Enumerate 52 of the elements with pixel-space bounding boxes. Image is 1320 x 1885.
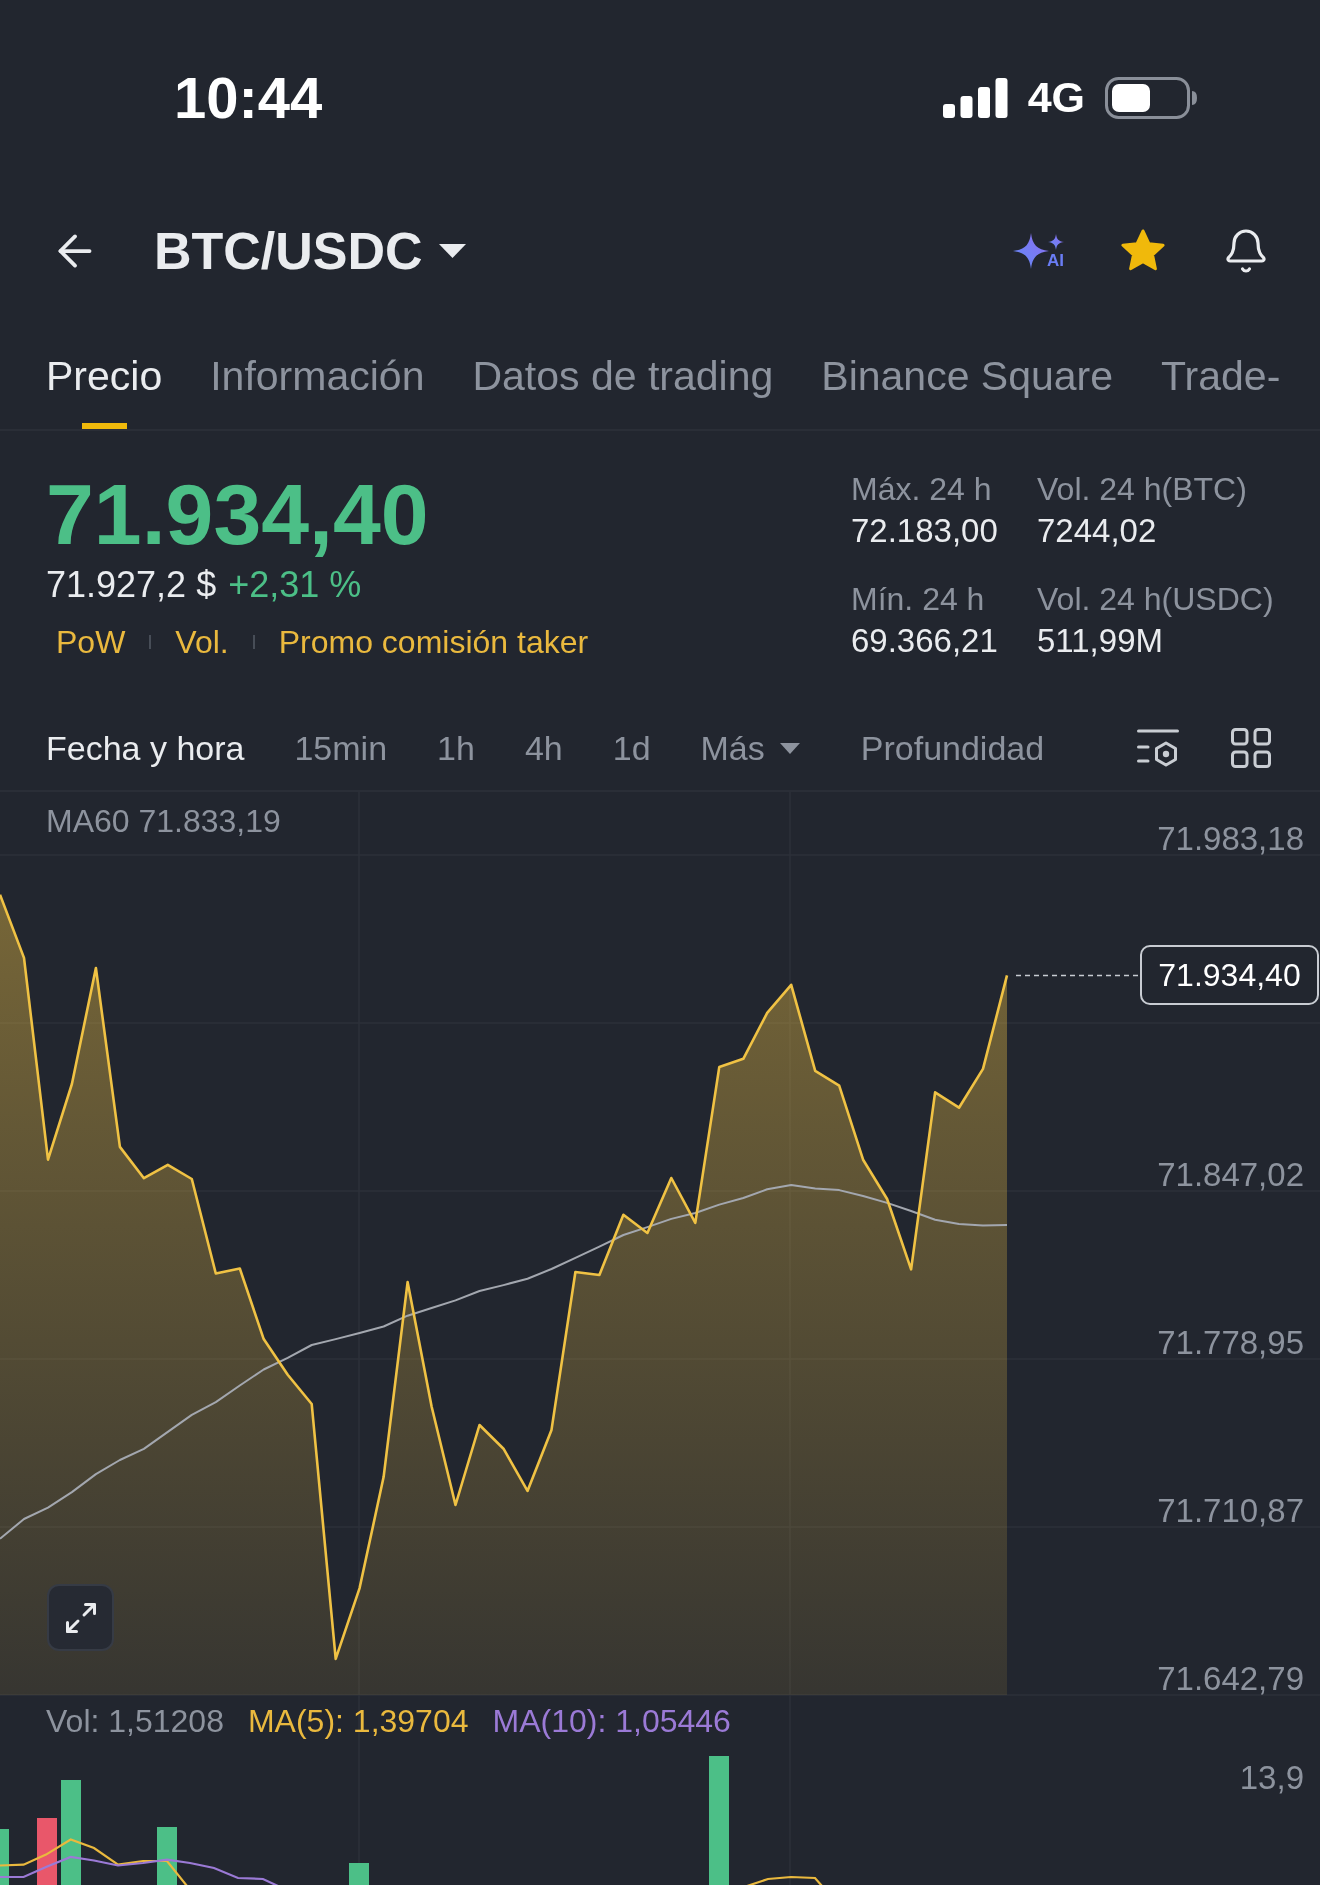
current-price-tag: 71.934,40 (1140, 945, 1319, 1006)
stat-label: Máx. 24 h (851, 470, 993, 509)
stat-value: 511,99M (1037, 621, 1164, 661)
stat-value: 72.183,00 (851, 511, 999, 551)
tab[interactable]: Trade- (1161, 307, 1281, 429)
volume-readout: MA(5): 1,39704 (247, 1703, 469, 1739)
signal-icon (942, 77, 1008, 118)
depth-tab[interactable]: Profundidad (860, 731, 1045, 765)
battery-icon (1105, 76, 1197, 119)
axis-label: 71.710,87 (1157, 1493, 1304, 1529)
interval-tab[interactable]: 1d (612, 731, 651, 765)
interval-tab[interactable]: Más (700, 731, 800, 765)
stat-label: Vol. 24 h(BTC) (1037, 470, 1248, 509)
volume-readout: MA(10): 1,05446 (492, 1703, 731, 1739)
tab[interactable]: Binance Square (821, 307, 1114, 429)
interval-tab[interactable]: 4h (524, 731, 563, 765)
volume-bar (0, 1829, 9, 1885)
tag-link[interactable]: Vol. (175, 626, 229, 658)
stat-value: 69.366,21 (851, 621, 999, 661)
grid-icon[interactable] (1231, 728, 1271, 768)
indicator-label: MA60 71.833,19 (46, 803, 281, 839)
tag-link[interactable]: Promo comisión taker (278, 626, 589, 658)
interval-tab[interactable]: Fecha y hora (46, 731, 245, 765)
tag-link[interactable]: PoW (56, 626, 126, 658)
axis-label: 13,9 (1239, 1760, 1304, 1796)
axis-label: 71.847,02 (1157, 1157, 1304, 1193)
axis-label: 71.983,18 (1157, 821, 1304, 857)
pair-selector[interactable]: BTC/USDC (154, 225, 466, 277)
interval-tab[interactable]: 1h (437, 731, 475, 765)
tab[interactable]: Información (210, 307, 425, 429)
volume-bar (37, 1818, 57, 1885)
tab[interactable]: Datos de trading (472, 307, 774, 429)
caret-down-icon (438, 244, 466, 258)
stat-label: Mín. 24 h (851, 580, 986, 619)
volume-bar (349, 1863, 369, 1885)
axis-label: 71.778,95 (1157, 1325, 1304, 1361)
status-time: 10:44 (174, 68, 323, 127)
stat-label: Vol. 24 h(USDC) (1037, 580, 1274, 619)
list-hexagon-icon[interactable] (1137, 728, 1179, 768)
caret-down-icon (779, 742, 800, 754)
volume-bar (157, 1827, 177, 1885)
ai-assistant-button[interactable]: AI (1013, 232, 1064, 270)
fiat-price: 71.927,2 $ (46, 567, 217, 603)
volume-readout: Vol: 1,51208 (46, 1703, 224, 1739)
axis-label: 71.642,79 (1157, 1661, 1304, 1697)
tab[interactable]: Precio (46, 307, 163, 429)
network-type: 4G (1027, 76, 1085, 119)
last-price: 71.934,40 (46, 471, 429, 557)
expand-button[interactable] (47, 1584, 114, 1651)
interval-tab[interactable]: 15min (294, 731, 388, 765)
stat-value: 7244,02 (1037, 511, 1158, 551)
price-change: +2,31 % (228, 567, 362, 603)
